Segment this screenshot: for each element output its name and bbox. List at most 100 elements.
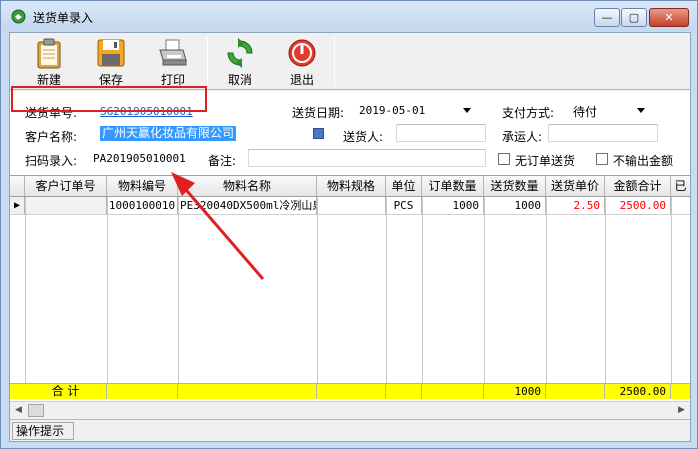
row-marker-icon: ▶: [10, 197, 25, 214]
totals-empty: [107, 384, 178, 399]
grid-line: [178, 197, 179, 383]
row-header-corner: [10, 176, 25, 196]
cell-spec[interactable]: [317, 197, 386, 214]
cancel-button-label: 取消: [227, 73, 252, 87]
toolbar-separator: [207, 37, 208, 86]
grid-line: [546, 197, 547, 383]
cell-unit[interactable]: PCS: [386, 197, 422, 214]
cell-price[interactable]: 2.50: [546, 197, 605, 214]
power-exit-icon: [288, 39, 316, 67]
grid-line: [25, 197, 26, 383]
payment-value: 待付: [573, 105, 598, 119]
totals-empty: [317, 384, 386, 399]
cell-deliver-qty[interactable]: 1000: [484, 197, 546, 214]
totals-amount: 2500.00: [605, 384, 671, 399]
chevron-down-icon: [637, 108, 645, 113]
toolbar-separator: [334, 37, 335, 86]
items-grid: 客户订单号 物料编号 物料名称 物料规格 单位 订单数量 送货数量 送货单价 金…: [10, 175, 690, 417]
col-header[interactable]: 物料编号: [107, 176, 178, 196]
totals-empty: [422, 384, 484, 399]
remark-label: 备注:: [208, 154, 237, 168]
close-icon: ✕: [664, 11, 674, 24]
horizontal-scrollbar[interactable]: ◀ ▶: [10, 401, 690, 417]
minimize-button[interactable]: —: [594, 8, 620, 27]
lookup-icon[interactable]: [313, 128, 324, 139]
scrollbar-thumb[interactable]: [28, 404, 44, 417]
close-button[interactable]: ✕: [649, 8, 689, 27]
toolbar: 新建 保存 打印 取消 退出: [10, 33, 690, 90]
status-bar: 操作提示: [10, 419, 690, 441]
cell-item-no[interactable]: 1000100010: [107, 197, 178, 214]
col-header[interactable]: 单位: [386, 176, 422, 196]
cancel-arrows-icon: [227, 38, 253, 68]
carrier-label: 承运人:: [502, 130, 543, 144]
maximize-icon: ▢: [628, 11, 640, 24]
exit-button[interactable]: 退出: [273, 35, 331, 88]
col-header[interactable]: 订单数量: [422, 176, 484, 196]
scan-entry-value: PA201905010001: [93, 152, 186, 165]
col-header[interactable]: 送货数量: [484, 176, 546, 196]
no-amount-label: 不输出金额: [613, 154, 674, 168]
no-amount-checkbox[interactable]: [596, 153, 608, 165]
cell-item-name[interactable]: PE320040DX500ml冷冽山泉: [178, 197, 317, 214]
grid-header: 客户订单号 物料编号 物料名称 物料规格 单位 订单数量 送货数量 送货单价 金…: [10, 176, 690, 197]
customer-label: 客户名称:: [25, 130, 78, 144]
scan-entry-input[interactable]: PA201905010001: [88, 149, 200, 167]
floppy-disk-icon: [97, 39, 125, 67]
cell-cust-order[interactable]: [25, 197, 107, 214]
col-header[interactable]: 物料名称: [178, 176, 317, 196]
maximize-button[interactable]: ▢: [621, 8, 647, 27]
delivery-date-value: 2019-05-01: [359, 104, 426, 117]
cell-order-qty[interactable]: 1000: [422, 197, 484, 214]
totals-empty: [546, 384, 605, 399]
grid-line: [422, 197, 423, 383]
scroll-right-icon[interactable]: ▶: [673, 402, 690, 417]
totals-row: 合 计 1000 2500.00: [10, 383, 690, 399]
cancel-button[interactable]: 取消: [211, 35, 269, 88]
save-button[interactable]: 保存: [82, 35, 140, 88]
delivery-date-picker[interactable]: 2019-05-01: [354, 101, 476, 119]
grid-line: [605, 197, 606, 383]
carrier-input[interactable]: [548, 124, 658, 142]
customer-value: 广州天赢化妆品有限公司: [100, 126, 237, 141]
sender-label: 送货人:: [343, 130, 384, 144]
col-header[interactable]: 客户订单号: [25, 176, 107, 196]
remark-input[interactable]: [248, 149, 486, 167]
col-header[interactable]: 送货单价: [546, 176, 605, 196]
grid-line: [386, 197, 387, 383]
minimize-icon: —: [601, 11, 613, 24]
table-row[interactable]: ▶ 1000100010 PE320040DX500ml冷冽山泉 PCS 100…: [10, 197, 690, 215]
delivery-date-label: 送货日期:: [292, 106, 345, 120]
scroll-left-icon[interactable]: ◀: [10, 402, 27, 417]
grid-line: [107, 197, 108, 383]
grid-line: [484, 197, 485, 383]
payment-label: 支付方式:: [502, 106, 555, 120]
chevron-down-icon: [463, 108, 471, 113]
delivery-entry-window: 送货单录入 — ▢ ✕ 新建 保存 打印 取消 退出 送货单号: SG20190…: [0, 0, 698, 449]
col-header[interactable]: 物料规格: [317, 176, 386, 196]
status-hint: 操作提示: [12, 422, 74, 440]
exit-button-label: 退出: [289, 73, 314, 87]
totals-label: 合 计: [25, 384, 107, 399]
print-button[interactable]: 打印: [144, 35, 202, 88]
no-order-checkbox[interactable]: [498, 153, 510, 165]
sender-input[interactable]: [396, 124, 486, 142]
title-bar: 送货单录入 — ▢ ✕: [1, 1, 697, 31]
clipboard-icon: [37, 38, 61, 69]
new-button[interactable]: 新建: [20, 35, 78, 88]
window-title: 送货单录入: [33, 11, 94, 25]
col-header[interactable]: 已: [671, 176, 690, 196]
grid-line: [671, 197, 672, 383]
scan-entry-label: 扫码录入:: [25, 154, 78, 168]
cell-extra[interactable]: [671, 197, 690, 214]
app-icon: [11, 9, 26, 24]
no-order-label: 无订单送货: [515, 154, 576, 168]
payment-select[interactable]: 待付: [568, 101, 650, 119]
customer-field[interactable]: 广州天赢化妆品有限公司: [98, 124, 326, 142]
col-header[interactable]: 金额合计: [605, 176, 671, 196]
grid-line: [317, 197, 318, 383]
totals-empty: [386, 384, 422, 399]
totals-deliver-qty: 1000: [484, 384, 546, 399]
scan-highlight-box: [11, 86, 207, 112]
cell-amount[interactable]: 2500.00: [605, 197, 671, 214]
